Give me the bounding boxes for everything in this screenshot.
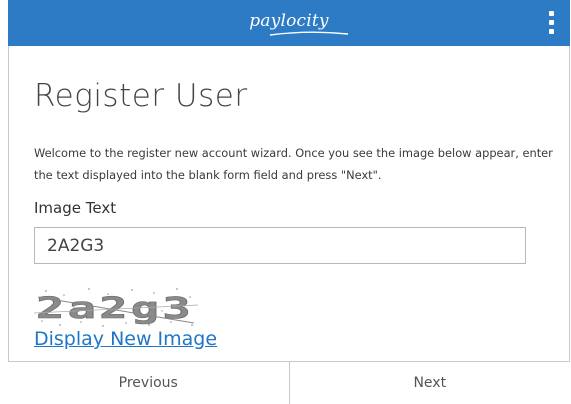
previous-button[interactable]: Previous [8,362,289,404]
image-text-label: Image Text [34,199,117,217]
logo-swoosh-icon [269,31,349,36]
kebab-menu-icon[interactable] [544,9,558,37]
next-button[interactable]: Next [288,362,570,404]
wizard-footer: Previous Next [8,361,570,404]
instructions-text: Welcome to the register new account wiza… [34,146,553,182]
image-text-input[interactable] [34,227,526,264]
captcha-image: 2a2g3 [34,285,198,329]
paylocity-logo: paylocity [249,11,329,31]
header-bar: paylocity [8,0,570,46]
captcha-text: 2a2g3 [36,291,194,325]
display-new-image-link[interactable]: Display New Image [34,328,217,350]
page-title: Register User [34,78,248,114]
